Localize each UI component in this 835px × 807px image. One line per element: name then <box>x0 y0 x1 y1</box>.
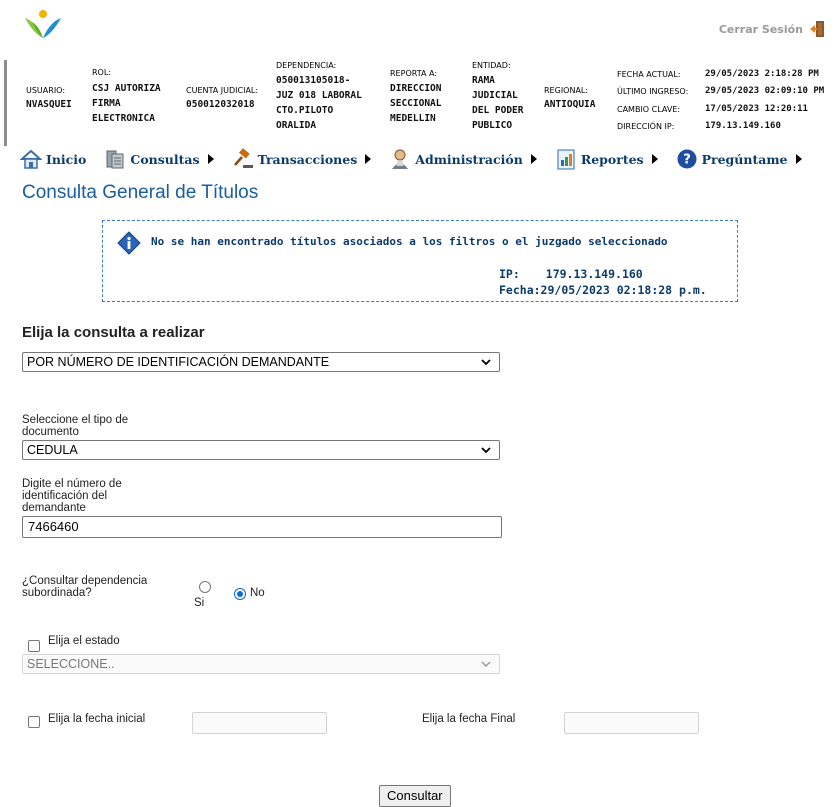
ultimo-ingreso-value: 29/05/2023 02:09:10 PM <box>705 86 825 96</box>
admin-user-icon <box>389 148 411 170</box>
cuenta-value: 050012032018 <box>186 99 255 110</box>
fecha-inicial-input[interactable] <box>192 712 327 734</box>
menu-label: Inicio <box>46 151 87 167</box>
cambio-clave-value: 17/05/2023 12:20:11 <box>705 104 808 114</box>
numero-identificacion-label: Digite el número de identificación del d… <box>22 478 122 514</box>
radio-no[interactable] <box>234 588 246 600</box>
info-ip-value: 179.13.149.160 <box>545 267 643 281</box>
direccion-ip-label: DIRECCIÓN IP: <box>617 122 675 131</box>
logout-label: Cerrar Sesión <box>718 22 803 36</box>
subordinada-label: ¿Consultar dependencia subordinada? <box>22 575 148 599</box>
menu-item-reportes[interactable]: Reportes <box>555 148 658 170</box>
menu-item-preguntame[interactable]: ? Pregúntame <box>676 148 802 170</box>
estado-checkbox[interactable] <box>28 640 40 652</box>
app-logo-icon <box>22 8 64 42</box>
usuario-value: NVASQUEI <box>26 99 72 110</box>
radio-no-label: No <box>250 587 265 599</box>
info-icon <box>117 231 141 255</box>
info-fecha-label: Fecha: <box>499 283 541 297</box>
arrow-right-icon <box>365 154 372 164</box>
select-value: POR NÚMERO DE IDENTIFICACIÓN DEMANDANTE <box>27 355 330 369</box>
gavel-icon <box>232 148 254 170</box>
fecha-inicial-label: Elija la fecha inicial <box>48 713 146 725</box>
entidad-value: RAMA JUDICIAL DEL PODER PUBLICO <box>472 75 524 131</box>
section-title: Elija la consulta a realizar <box>22 324 205 341</box>
cuenta-label: CUENTA JUDICIAL: <box>186 86 259 95</box>
regional-label: REGIONAL: <box>544 86 589 95</box>
chevron-down-icon <box>481 447 491 454</box>
radio-si[interactable] <box>199 581 211 593</box>
fecha-final-label: Elija la fecha Final <box>422 713 516 725</box>
menu-item-inicio[interactable]: Inicio <box>19 148 87 170</box>
ultimo-ingreso-label: ÚLTIMO INGRESO: <box>617 87 689 96</box>
help-icon: ? <box>676 148 698 170</box>
select-value: CEDULA <box>27 443 78 457</box>
dependencia-label: DEPENDENCIA: <box>276 61 337 70</box>
dependencia-value: 050013105018- JUZ 018 LABORAL CTO.PILOTO… <box>276 75 362 131</box>
menu-label: Administración <box>415 151 523 167</box>
numero-identificacion-input[interactable]: 7466460 <box>22 516 502 538</box>
info-message-box: No se han encontrado títulos asociados a… <box>102 220 738 302</box>
report-icon <box>555 148 577 170</box>
arrow-right-icon <box>207 154 214 164</box>
consultar-button[interactable]: Consultar <box>379 785 451 807</box>
fecha-final-input[interactable] <box>564 712 699 734</box>
regional-value: ANTIOQUIA <box>544 99 596 110</box>
home-icon <box>19 148 43 170</box>
header-divider <box>4 60 7 146</box>
estado-label: Elija el estado <box>48 635 120 647</box>
logout-button[interactable]: Cerrar Sesión <box>719 20 825 38</box>
exit-door-icon <box>809 20 825 38</box>
arrow-right-icon <box>795 154 802 164</box>
fecha-actual-value: 29/05/2023 2:18:28 PM <box>705 69 819 79</box>
menu-label: Transacciones <box>257 151 358 167</box>
menu-label: Reportes <box>580 151 644 167</box>
menu-item-transacciones[interactable]: Transacciones <box>232 148 372 170</box>
reporta-value: DIRECCION SECCIONAL MEDELLIN <box>390 83 442 124</box>
reporta-label: REPORTA A: <box>390 69 438 78</box>
rol-label: ROL: <box>92 68 112 77</box>
radio-si-label: Si <box>194 597 205 609</box>
usuario-label: USUARIO: <box>26 86 66 95</box>
menu-label: Pregúntame <box>701 151 788 167</box>
arrow-right-icon <box>530 154 537 164</box>
select-value: SELECCIONE.. <box>27 657 115 671</box>
main-menu: Inicio Consultas Transacciones Administr… <box>19 146 820 172</box>
chevron-down-icon <box>481 661 491 668</box>
cambio-clave-label: CAMBIO CLAVE: <box>617 105 681 114</box>
tipo-documento-label: Seleccione el tipo de documento <box>22 414 129 438</box>
menu-item-consultas[interactable]: Consultas <box>104 148 214 170</box>
fecha-actual-label: FECHA ACTUAL: <box>617 70 681 79</box>
info-fecha-value: 29/05/2023 02:18:28 p.m. <box>540 283 707 297</box>
rol-value: CSJ AUTORIZA FIRMA ELECTRONICA <box>92 83 161 124</box>
menu-label: Consultas <box>130 151 200 167</box>
info-ip-label: IP: <box>499 267 520 281</box>
info-message-text: No se han encontrado títulos asociados a… <box>151 235 668 248</box>
fecha-inicial-checkbox[interactable] <box>28 716 40 728</box>
server-icon <box>104 148 126 170</box>
consulta-type-select[interactable]: POR NÚMERO DE IDENTIFICACIÓN DEMANDANTE <box>22 352 500 372</box>
entidad-label: ENTIDAD: <box>472 61 511 70</box>
svg-text:?: ? <box>683 153 691 168</box>
chevron-down-icon <box>481 359 491 366</box>
direccion-ip-value: 179.13.149.160 <box>705 121 781 131</box>
menu-item-administracion[interactable]: Administración <box>389 148 537 170</box>
page-title: Consulta General de Títulos <box>22 182 259 203</box>
info-meta: IP: 179.13.149.160 Fecha:29/05/2023 02:18… <box>499 266 707 298</box>
estado-select[interactable]: SELECCIONE.. <box>22 654 500 674</box>
arrow-right-icon <box>651 154 658 164</box>
tipo-documento-select[interactable]: CEDULA <box>22 440 500 460</box>
